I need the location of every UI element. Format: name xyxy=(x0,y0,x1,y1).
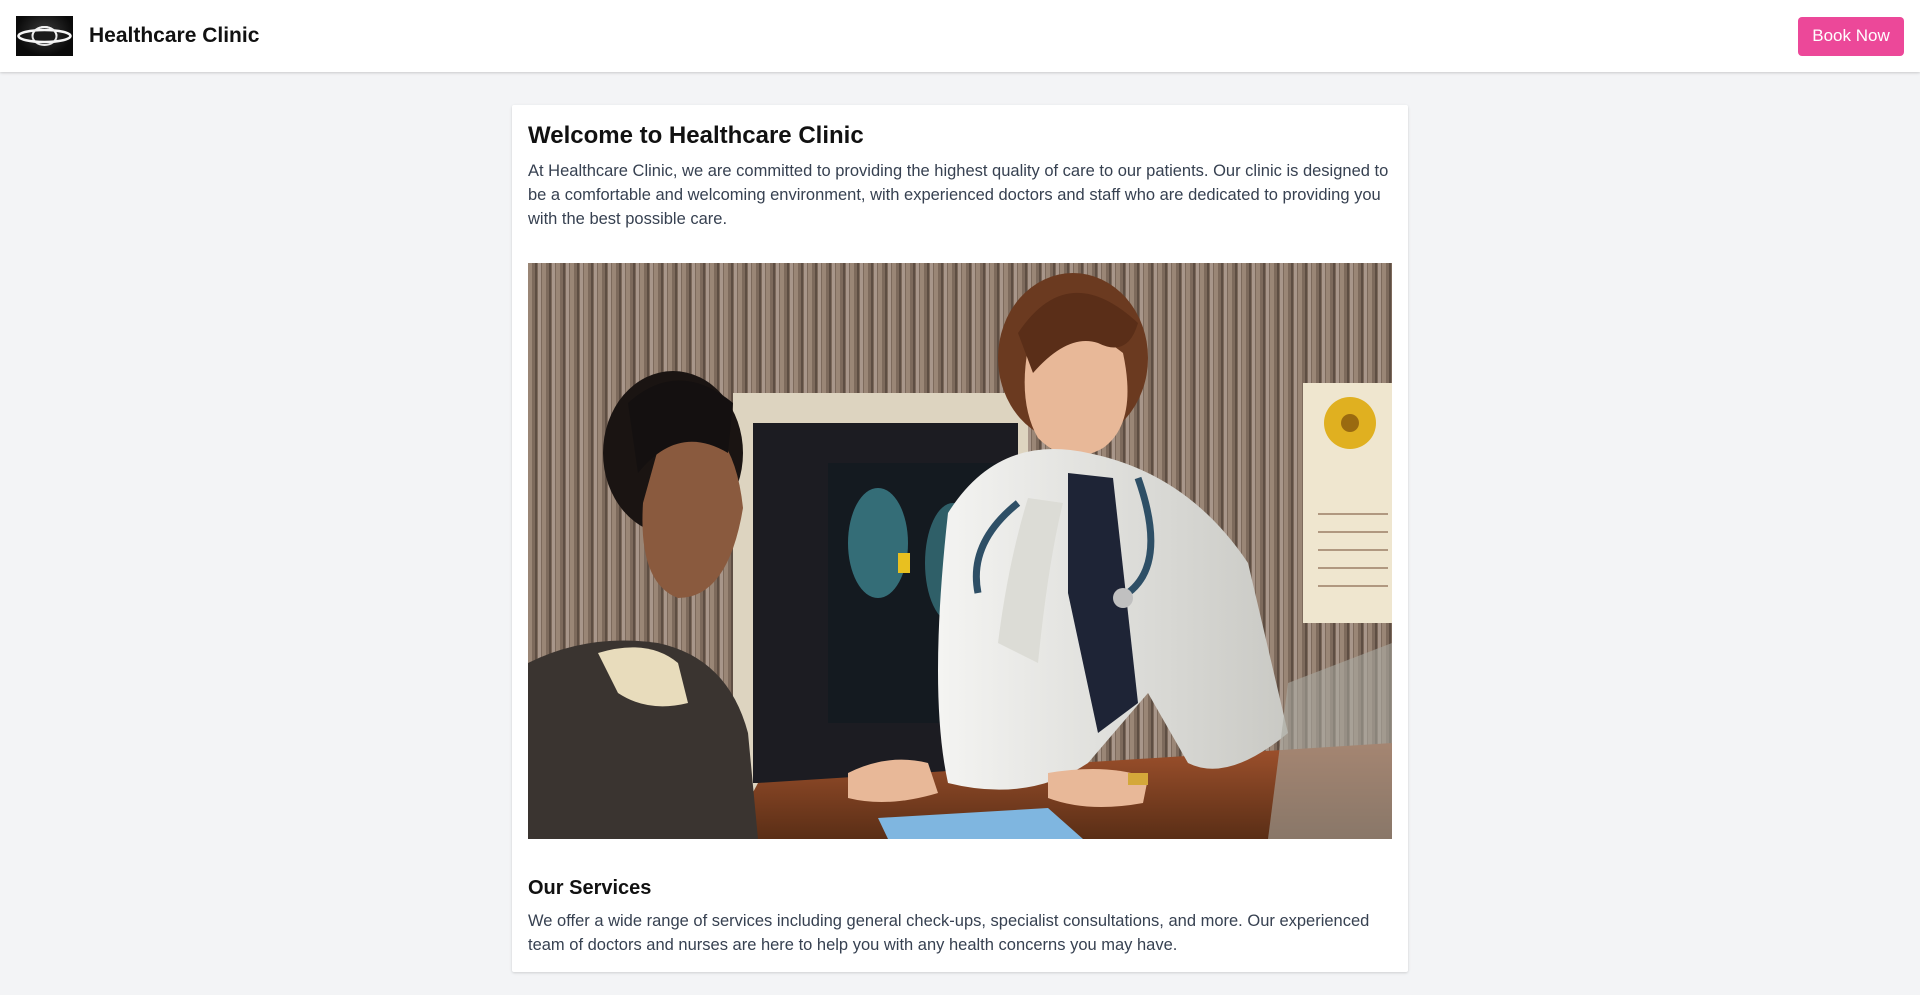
welcome-heading: Welcome to Healthcare Clinic xyxy=(528,122,864,149)
top-navbar: Healthcare Clinic Book Now xyxy=(0,0,1920,72)
services-heading: Our Services xyxy=(528,877,652,899)
saturn-logo-icon xyxy=(16,16,73,56)
welcome-paragraph: At Healthcare Clinic, we are committed t… xyxy=(528,162,1389,228)
services-paragraph: We offer a wide range of services includ… xyxy=(528,912,1370,954)
doctor-patient-image xyxy=(528,263,1392,839)
book-now-button[interactable]: Book Now xyxy=(1798,16,1904,56)
content-card: Welcome to Healthcare Clinic At Healthca… xyxy=(512,105,1408,972)
brand[interactable]: Healthcare Clinic xyxy=(16,16,259,56)
site-title[interactable]: Healthcare Clinic xyxy=(89,24,259,48)
